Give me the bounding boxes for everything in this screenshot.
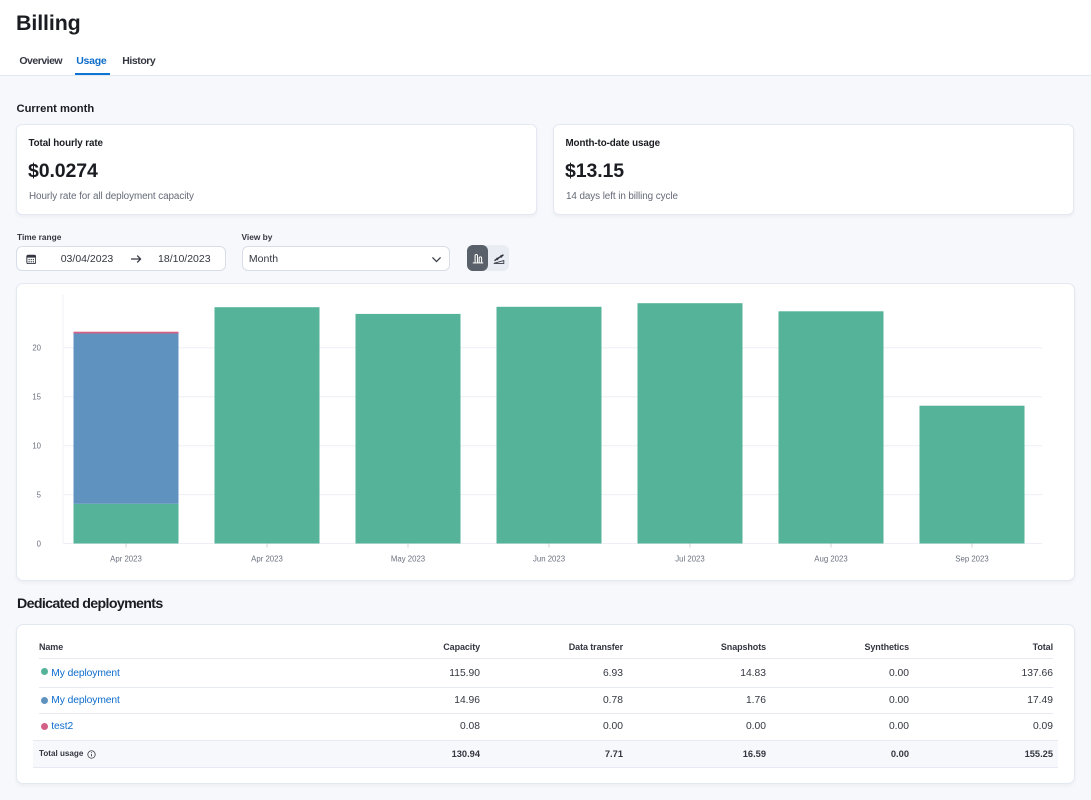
svg-text:15: 15 xyxy=(32,393,41,402)
svg-text:Aug 2023: Aug 2023 xyxy=(814,555,847,564)
svg-text:Apr 2023: Apr 2023 xyxy=(251,555,283,564)
svg-text:Apr 2023: Apr 2023 xyxy=(110,555,142,564)
svg-text:10: 10 xyxy=(32,442,41,451)
svg-text:Sep 2023: Sep 2023 xyxy=(955,555,988,564)
svg-text:5: 5 xyxy=(37,490,42,499)
svg-text:Jun 2023: Jun 2023 xyxy=(533,555,565,564)
svg-text:Jul 2023: Jul 2023 xyxy=(675,555,704,564)
svg-text:May 2023: May 2023 xyxy=(391,555,425,564)
svg-text:20: 20 xyxy=(32,344,41,353)
svg-text:0: 0 xyxy=(37,539,42,548)
